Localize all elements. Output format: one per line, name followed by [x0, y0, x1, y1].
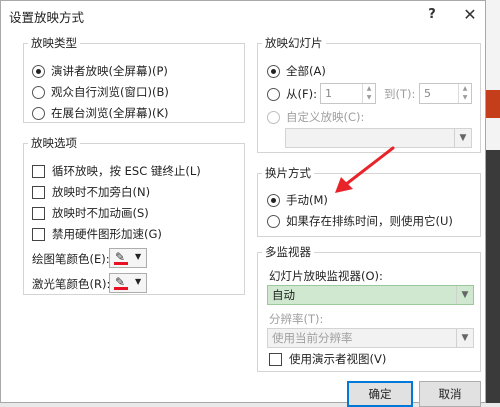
pen-color-swatch	[114, 262, 128, 265]
checkbox-presenter-view[interactable]: 使用演示者视图(V)	[269, 351, 386, 367]
monitors-title: 多监视器	[265, 245, 311, 259]
show-type-title: 放映类型	[31, 36, 77, 50]
spinner-arrows[interactable]: ▲ ▼	[362, 84, 375, 103]
chevron-down-icon[interactable]: ▼	[456, 286, 473, 304]
laser-color-label: 激光笔颜色(R):	[32, 277, 111, 291]
radio-custom-show-indicator[interactable]	[267, 110, 280, 124]
to-slide-value: 5	[424, 87, 431, 100]
spin-down-icon[interactable]: ▼	[459, 93, 471, 102]
dialog-titlebar: 设置放映方式 ? ✕	[1, 1, 485, 29]
chevron-down-icon[interactable]: ▼	[456, 329, 473, 347]
to-slide-label: 到(T):	[384, 87, 416, 101]
spin-up-icon[interactable]: ▲	[363, 84, 375, 93]
spinner-arrows[interactable]: ▲ ▼	[458, 84, 471, 103]
radio-from-slides-label: 从(F):	[286, 87, 317, 101]
checkbox-no-narration[interactable]: 放映时不加旁白(N)	[32, 184, 150, 200]
monitor-dropdown[interactable]: 自动 ▼	[267, 285, 474, 305]
checkbox-presenter-view-label: 使用演示者视图(V)	[289, 352, 387, 366]
dialog-title: 设置放映方式	[9, 10, 85, 25]
to-slide-spinner[interactable]: 5 ▲ ▼	[419, 83, 472, 104]
radio-all-slides-label: 全部(A)	[286, 64, 326, 78]
setup-slideshow-dialog: 设置放映方式 ? ✕ 放映类型 演讲者放映(全屏幕)(P) 观众自行浏览(窗口)…	[0, 0, 486, 407]
dropdown-caret-icon: ▼	[135, 277, 142, 286]
laser-color-button[interactable]: ✎ ▼	[109, 273, 147, 293]
radio-manual[interactable]: 手动(M)	[267, 192, 328, 208]
checkbox-disable-hw-accel[interactable]: 禁用硬件图形加速(G)	[32, 226, 162, 242]
checkbox-no-animation[interactable]: 放映时不加动画(S)	[32, 205, 149, 221]
monitor-value: 自动	[272, 288, 295, 302]
checkbox-no-animation-box[interactable]	[32, 206, 45, 220]
resolution-dropdown[interactable]: 使用当前分辨率 ▼	[267, 328, 474, 348]
radio-all-slides[interactable]: 全部(A)	[267, 63, 326, 79]
show-options-title: 放映选项	[31, 136, 77, 150]
resolution-value: 使用当前分辨率	[272, 331, 353, 345]
pen-color-button[interactable]: ✎ ▼	[109, 248, 147, 268]
radio-manual-indicator[interactable]	[267, 193, 280, 207]
checkbox-loop-label: 循环放映，按 ESC 键终止(L)	[52, 164, 201, 178]
annotation-arrow-icon	[335, 146, 395, 193]
radio-custom-show[interactable]: 自定义放映(C):	[267, 109, 364, 125]
from-slide-spinner[interactable]: 1 ▲ ▼	[320, 83, 376, 104]
checkbox-no-narration-label: 放映时不加旁白(N)	[52, 185, 151, 199]
pen-color-label: 绘图笔颜色(E):	[32, 252, 110, 266]
checkbox-disable-hw-accel-label: 禁用硬件图形加速(G)	[52, 227, 162, 241]
radio-use-timings-indicator[interactable]	[267, 214, 280, 228]
close-button[interactable]: ✕	[457, 4, 483, 26]
help-button[interactable]: ?	[419, 4, 445, 26]
chevron-down-icon[interactable]: ▼	[454, 129, 471, 147]
checkbox-no-animation-label: 放映时不加动画(S)	[52, 206, 149, 220]
checkbox-loop-box[interactable]	[32, 164, 45, 178]
radio-use-timings[interactable]: 如果存在排练时间，则使用它(U)	[267, 213, 453, 229]
radio-kiosk[interactable]: 在展台浏览(全屏幕)(K)	[32, 105, 169, 121]
ok-button[interactable]: 确定	[347, 381, 413, 407]
dropdown-caret-icon: ▼	[135, 252, 142, 261]
radio-all-slides-indicator[interactable]	[267, 64, 280, 78]
advance-title: 换片方式	[265, 166, 311, 180]
radio-from-slides[interactable]: 从(F):	[267, 86, 317, 102]
laser-color-swatch	[114, 287, 128, 290]
cancel-button[interactable]: 取消	[419, 381, 481, 407]
radio-presenter-label: 演讲者放映(全屏幕)(P)	[51, 64, 168, 78]
checkbox-disable-hw-accel-box[interactable]	[32, 227, 45, 241]
radio-kiosk-label: 在展台浏览(全屏幕)(K)	[51, 106, 169, 120]
checkbox-no-narration-box[interactable]	[32, 185, 45, 199]
radio-from-slides-indicator[interactable]	[267, 87, 280, 101]
from-slide-value: 1	[325, 87, 332, 100]
radio-kiosk-indicator[interactable]	[32, 106, 45, 120]
checkbox-loop[interactable]: 循环放映，按 ESC 键终止(L)	[32, 163, 201, 179]
radio-use-timings-label: 如果存在排练时间，则使用它(U)	[286, 214, 453, 228]
radio-audience-label: 观众自行浏览(窗口)(B)	[51, 85, 169, 99]
radio-presenter[interactable]: 演讲者放映(全屏幕)(P)	[32, 63, 168, 79]
spin-down-icon[interactable]: ▼	[363, 93, 375, 102]
background-slide-right	[486, 0, 500, 403]
radio-manual-label: 手动(M)	[286, 193, 328, 207]
spin-up-icon[interactable]: ▲	[459, 84, 471, 93]
background-accent	[486, 90, 500, 118]
resolution-label: 分辨率(T):	[269, 312, 324, 326]
radio-presenter-indicator[interactable]	[32, 64, 45, 78]
monitor-label: 幻灯片放映监视器(O):	[269, 269, 383, 283]
radio-audience-indicator[interactable]	[32, 85, 45, 99]
checkbox-presenter-view-box[interactable]	[269, 352, 282, 366]
background-dark-panel	[486, 150, 500, 403]
radio-audience[interactable]: 观众自行浏览(窗口)(B)	[32, 84, 169, 100]
show-slides-title: 放映幻灯片	[265, 36, 323, 50]
radio-custom-show-label: 自定义放映(C):	[286, 110, 365, 124]
